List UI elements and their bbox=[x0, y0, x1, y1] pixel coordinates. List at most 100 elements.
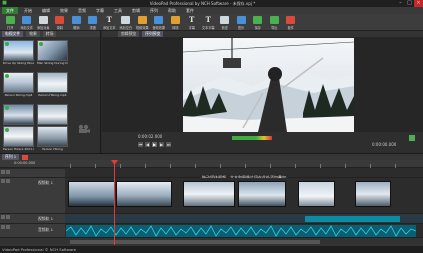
video-clip[interactable] bbox=[238, 181, 286, 207]
video-effects-icon bbox=[137, 15, 147, 24]
add-objects-button[interactable]: 添加对象 bbox=[35, 14, 52, 31]
record-button[interactable]: 录制 bbox=[52, 14, 69, 31]
clip-thumbnail bbox=[3, 104, 34, 125]
sequence-time-readout: 0:00:00.000 bbox=[372, 142, 397, 147]
fullscreen-icon[interactable] bbox=[409, 135, 415, 141]
text-caption-button[interactable]: T 文本字幕 bbox=[200, 14, 217, 31]
media-clip[interactable]: Person Hikers 2021.mp4 bbox=[3, 126, 34, 156]
tab-video-files[interactable]: 电视文件 bbox=[2, 31, 24, 37]
menu-file[interactable]: 文件 bbox=[2, 7, 18, 14]
transport-controls: ⏮ ◀ ▶ ▶ ⏭ bbox=[138, 142, 186, 147]
timeline-scrollbar[interactable] bbox=[0, 238, 423, 246]
menu-suite[interactable]: 套件 bbox=[182, 7, 198, 14]
narrate-button[interactable]: 叙述 bbox=[217, 14, 234, 31]
transition-button[interactable]: 转场 bbox=[167, 14, 184, 31]
menu-edit[interactable]: 编辑 bbox=[38, 7, 54, 14]
menu-audio[interactable]: 音频 bbox=[74, 7, 90, 14]
media-clip[interactable]: Man Skiing During Daytime.mp4 bbox=[37, 40, 68, 70]
audio-clip[interactable] bbox=[305, 216, 400, 222]
audio-track-label: 音频轨 1 bbox=[38, 227, 54, 232]
open-button[interactable]: 打开 bbox=[2, 14, 19, 31]
video-clip[interactable] bbox=[68, 181, 115, 207]
tab-transitions[interactable]: 转场 bbox=[42, 31, 57, 37]
step-back-icon[interactable]: ◀ bbox=[145, 142, 150, 147]
lock-icon[interactable] bbox=[6, 179, 10, 183]
clip-thumbnail bbox=[37, 72, 68, 93]
export-icon bbox=[269, 15, 279, 24]
menu-home[interactable]: 开始 bbox=[20, 7, 36, 14]
step-forward-icon[interactable]: ▶ bbox=[159, 142, 164, 147]
soundtrack-button[interactable]: 配乐 bbox=[233, 14, 250, 31]
ruler-start-time: 0:00:00.000 bbox=[14, 161, 36, 165]
menu-help[interactable]: 帮助 bbox=[164, 7, 180, 14]
lock-icon[interactable] bbox=[6, 225, 10, 229]
lock-icon[interactable] bbox=[6, 215, 10, 219]
tab-sequence-preview[interactable]: 序列预览 bbox=[142, 31, 164, 37]
audio-track-header: 音频轨 1 bbox=[0, 224, 65, 238]
narrate-icon bbox=[220, 15, 230, 24]
maximize-icon[interactable]: □ bbox=[405, 0, 414, 7]
bin-tabs: 电视文件 效果 转场 bbox=[0, 31, 100, 37]
video-effects-button[interactable]: 视频效果 bbox=[134, 14, 151, 31]
video-track-label: 视频轨 1 bbox=[38, 180, 54, 185]
menu-tools[interactable]: 工具 bbox=[110, 7, 126, 14]
add-blank-button[interactable]: 添加空白 bbox=[118, 14, 135, 31]
add-files-button[interactable]: 添加文件 bbox=[19, 14, 36, 31]
menu-sequence[interactable]: 序列 bbox=[146, 7, 162, 14]
speaker-icon[interactable] bbox=[1, 225, 5, 229]
undo-button[interactable]: 撤销 bbox=[68, 14, 85, 31]
timeline-header: 序列 1 bbox=[0, 153, 423, 160]
playhead[interactable] bbox=[114, 160, 115, 245]
clip-thumbnail bbox=[3, 72, 34, 93]
audio-effects-button[interactable]: 音频效果 bbox=[151, 14, 168, 31]
video-clip[interactable] bbox=[355, 181, 391, 207]
eye-icon[interactable] bbox=[1, 170, 5, 174]
close-icon[interactable]: × bbox=[414, 0, 423, 7]
status-text: VideoPad Professional © NCH Software bbox=[2, 247, 77, 252]
video-clip[interactable] bbox=[116, 181, 172, 207]
clip-caption: Person Hiking bbox=[42, 147, 63, 151]
minimize-icon[interactable]: – bbox=[396, 0, 405, 7]
close-sequence-icon[interactable] bbox=[22, 154, 29, 160]
add-text-button[interactable]: T 添加文本 bbox=[101, 14, 118, 31]
scroll-thumb[interactable] bbox=[70, 240, 320, 244]
suite-icon bbox=[286, 15, 296, 24]
media-clip[interactable]: Drive Up Skiing Mountains... bbox=[3, 40, 34, 70]
menu-effects[interactable]: 效果 bbox=[56, 7, 72, 14]
export-button[interactable]: 导出 bbox=[266, 14, 283, 31]
redo-button[interactable]: 重做 bbox=[85, 14, 102, 31]
timeline-ruler[interactable]: 0:00:00.000 bbox=[0, 160, 423, 168]
save-button[interactable]: 保存 bbox=[250, 14, 267, 31]
eye-icon[interactable] bbox=[1, 179, 5, 183]
menu-clip[interactable]: 剪辑 bbox=[128, 7, 144, 14]
app-icon: ■ bbox=[2, 0, 7, 6]
lock-icon[interactable] bbox=[6, 170, 10, 174]
check-icon bbox=[5, 128, 9, 132]
add-files-icon bbox=[22, 15, 32, 24]
clip-caption: Person Hikers 2021.mp4 bbox=[3, 147, 34, 151]
video-clip[interactable] bbox=[298, 181, 335, 207]
transition-icon bbox=[170, 15, 180, 24]
menu-subtitles[interactable]: 字幕 bbox=[92, 7, 108, 14]
preview-tabs: 剪辑预览 序列预览 bbox=[102, 31, 423, 37]
audio-waveform[interactable] bbox=[66, 225, 416, 237]
suite-button[interactable]: 套件 bbox=[283, 14, 300, 31]
tab-effects[interactable]: 效果 bbox=[26, 31, 40, 37]
play-icon[interactable]: ▶ bbox=[152, 142, 157, 147]
title-bar: ■ VideoPad Professional by NCH Software … bbox=[0, 0, 423, 7]
clip-thumbnail bbox=[37, 40, 68, 61]
clip-caption: Person Hiking.mp4 bbox=[38, 93, 67, 97]
redo-icon bbox=[88, 15, 98, 24]
skip-back-icon[interactable]: ⏮ bbox=[138, 142, 143, 147]
video-clip[interactable] bbox=[183, 181, 235, 207]
audio-effects-icon bbox=[154, 15, 164, 24]
video-viewer[interactable] bbox=[183, 38, 354, 132]
undo-icon bbox=[71, 15, 81, 24]
media-clip[interactable]: Person Hiking.mp4 bbox=[37, 72, 68, 102]
skip-forward-icon[interactable]: ⏭ bbox=[166, 142, 171, 147]
media-clip[interactable]: Person Hiking bbox=[37, 126, 68, 156]
subtitle-button[interactable]: T 字幕 bbox=[184, 14, 201, 31]
media-clip[interactable]: Person Skiing.mp4 bbox=[3, 72, 34, 102]
speaker-icon[interactable] bbox=[1, 215, 5, 219]
tab-clip-preview[interactable]: 剪辑预览 bbox=[118, 31, 140, 37]
